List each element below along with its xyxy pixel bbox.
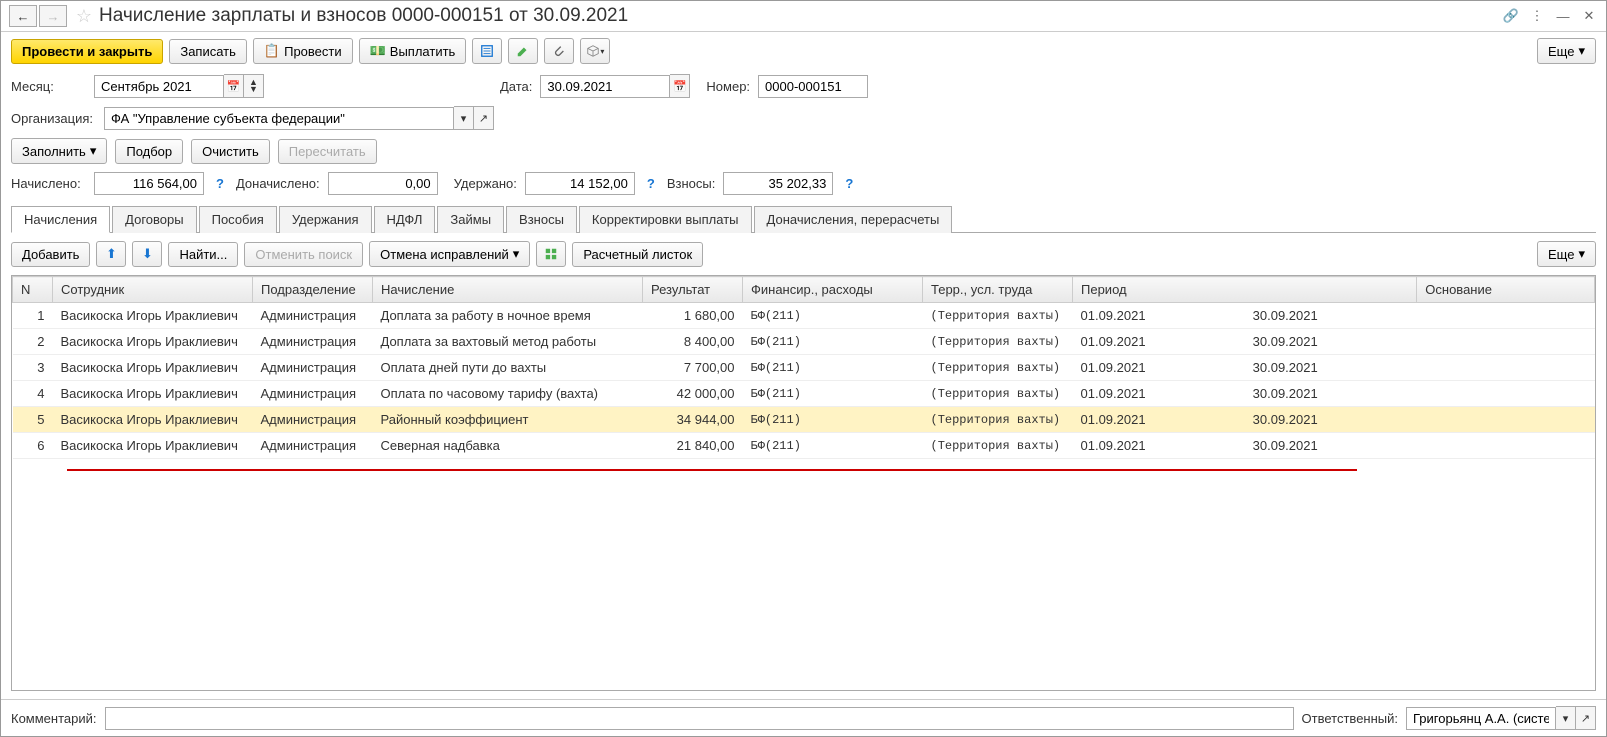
col-result[interactable]: Результат [643,277,743,303]
comment-input[interactable] [105,707,1294,730]
payslip-button[interactable]: Расчетный листок [572,242,703,267]
cancel-search-button[interactable]: Отменить поиск [244,242,363,267]
number-label: Номер: [706,79,750,94]
clear-button[interactable]: Очистить [191,139,270,164]
more-button[interactable]: Еще ▾ [1537,38,1596,64]
move-down-button[interactable]: ⬇ [132,241,162,267]
comment-label: Комментарий: [11,711,97,726]
report-icon-button[interactable] [472,38,502,64]
col-employee[interactable]: Сотрудник [53,277,253,303]
accrued-label: Начислено: [11,176,86,191]
month-calendar-icon[interactable]: 📅 [224,74,244,98]
table-row[interactable]: 3Васикоска Игорь ИраклиевичАдминистрация… [13,355,1595,381]
tab-7[interactable]: Корректировки выплаты [579,206,752,233]
table-row[interactable]: 5Васикоска Игорь ИраклиевичАдминистрация… [13,407,1595,433]
withheld-help-icon[interactable]: ? [647,176,655,191]
tab-6[interactable]: Взносы [506,206,577,233]
number-input[interactable] [758,75,868,98]
contrib-label: Взносы: [667,176,716,191]
grid-settings-icon-button[interactable] [536,241,566,267]
find-button[interactable]: Найти... [168,242,238,267]
kebab-icon[interactable]: ⋮ [1528,7,1546,25]
responsible-label: Ответственный: [1302,711,1398,726]
col-department[interactable]: Подразделение [253,277,373,303]
month-label: Месяц: [11,79,86,94]
date-calendar-icon[interactable]: 📅 [670,74,690,98]
col-financing[interactable]: Финансир., расходы [743,277,923,303]
table-row[interactable]: 6Васикоска Игорь ИраклиевичАдминистрация… [13,433,1595,459]
pay-icon: 💵 [370,43,386,59]
responsible-dropdown-icon[interactable]: ▾ [1556,706,1576,730]
accrued-value [94,172,204,195]
tab-8[interactable]: Доначисления, перерасчеты [754,206,953,233]
link-icon[interactable]: 🔗 [1502,7,1520,25]
close-icon[interactable]: ✕ [1580,7,1598,25]
col-period[interactable]: Период [1073,277,1417,303]
tab-1[interactable]: Договоры [112,206,196,233]
edit-icon-button[interactable] [508,38,538,64]
tab-4[interactable]: НДФЛ [374,206,436,233]
date-label: Дата: [500,79,532,94]
minimize-icon[interactable]: — [1554,7,1572,25]
tab-0[interactable]: Начисления [11,206,110,233]
org-label: Организация: [11,111,96,126]
extra-label: Доначислено: [236,176,320,191]
contrib-help-icon[interactable]: ? [845,176,853,191]
accrued-help-icon[interactable]: ? [216,176,224,191]
extra-value [328,172,438,195]
month-input[interactable] [94,75,224,98]
tab-more-button[interactable]: Еще ▾ [1537,241,1596,267]
favorite-icon[interactable]: ☆ [73,5,95,27]
tab-2[interactable]: Пособия [199,206,277,233]
contrib-value [723,172,833,195]
save-button[interactable]: Записать [169,39,247,64]
pick-button[interactable]: Подбор [115,139,183,164]
responsible-open-icon[interactable]: ↗ [1576,706,1596,730]
org-input[interactable] [104,107,454,130]
responsible-input[interactable] [1406,707,1556,730]
post-icon: 📋 [264,43,280,59]
box-icon-button[interactable]: ▾ [580,38,610,64]
post-button[interactable]: 📋Провести [253,38,353,64]
col-accrual[interactable]: Начисление [373,277,643,303]
fill-button[interactable]: Заполнить ▾ [11,138,107,164]
add-button[interactable]: Добавить [11,242,90,267]
withheld-label: Удержано: [454,176,517,191]
table-row[interactable]: 1Васикоска Игорь ИраклиевичАдминистрация… [13,303,1595,329]
cancel-corrections-button[interactable]: Отмена исправлений ▾ [369,241,530,267]
month-spinner[interactable]: ▲▼ [244,74,264,98]
col-territory[interactable]: Терр., усл. труда [923,277,1073,303]
table-row[interactable]: 2Васикоска Игорь ИраклиевичАдминистрация… [13,329,1595,355]
recalc-button[interactable]: Пересчитать [278,139,377,164]
org-dropdown-icon[interactable]: ▾ [454,106,474,130]
tab-5[interactable]: Займы [437,206,504,233]
attachment-icon-button[interactable] [544,38,574,64]
nav-forward-button[interactable]: → [39,5,67,27]
tab-3[interactable]: Удержания [279,206,372,233]
table-row[interactable]: 4Васикоска Игорь ИраклиевичАдминистрация… [13,381,1595,407]
org-open-icon[interactable]: ↗ [474,106,494,130]
window-title: Начисление зарплаты и взносов 0000-00015… [99,5,1502,27]
move-up-button[interactable]: ⬆ [96,241,126,267]
col-basis[interactable]: Основание [1417,277,1595,303]
date-input[interactable] [540,75,670,98]
withheld-value [525,172,635,195]
red-underline-marker [67,469,1357,471]
post-and-close-button[interactable]: Провести и закрыть [11,39,163,64]
pay-button[interactable]: 💵Выплатить [359,38,467,64]
col-n[interactable]: N [13,277,53,303]
nav-back-button[interactable]: ← [9,5,37,27]
